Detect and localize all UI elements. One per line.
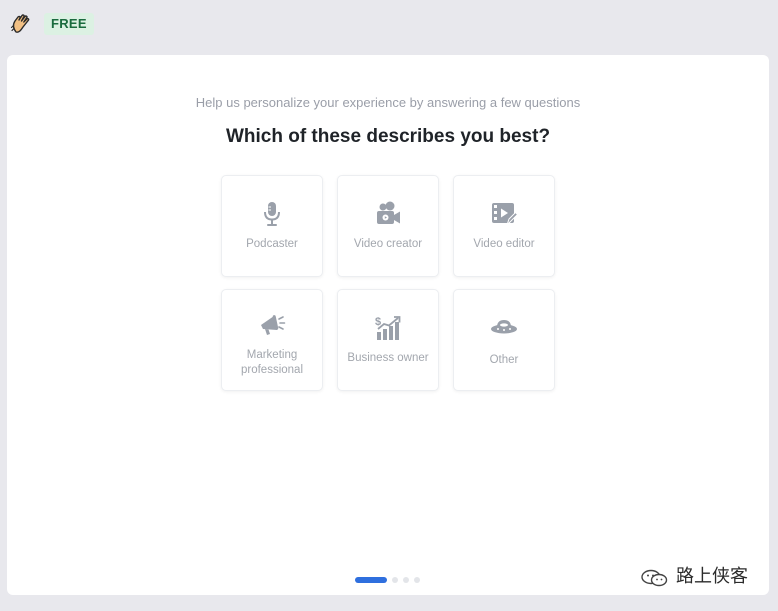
option-podcaster[interactable]: Podcaster — [221, 175, 323, 277]
plan-badge: FREE — [44, 13, 94, 35]
step-dot-active — [355, 577, 387, 583]
onboarding-subtitle: Help us personalize your experience by a… — [195, 95, 581, 110]
microphone-icon — [258, 200, 286, 228]
step-dot — [403, 577, 409, 583]
option-video-creator[interactable]: Video creator — [337, 175, 439, 277]
option-other[interactable]: Other — [453, 289, 555, 391]
onboarding-card: Help us personalize your experience by a… — [7, 55, 769, 595]
option-label: Other — [489, 354, 519, 366]
megaphone-icon — [258, 310, 286, 338]
growth-chart-icon: $ — [374, 314, 402, 342]
option-marketing-professional[interactable]: Marketing professional — [221, 289, 323, 391]
wechat-icon — [640, 569, 670, 587]
step-dot — [414, 577, 420, 583]
film-edit-icon — [490, 200, 519, 228]
onboarding-title: Which of these describes you best? — [225, 126, 551, 147]
step-dot — [392, 577, 398, 583]
watermark-text: 路上侠客 — [676, 566, 748, 587]
video-camera-icon — [374, 200, 402, 228]
option-label: Video editor — [473, 238, 535, 250]
hand-wave-icon[interactable] — [10, 12, 34, 36]
top-bar: FREE — [0, 0, 778, 52]
ufo-icon — [490, 314, 518, 342]
option-label: Video creator — [353, 238, 423, 250]
option-label: Podcaster — [246, 238, 298, 250]
option-video-editor[interactable]: Video editor — [453, 175, 555, 277]
option-business-owner[interactable]: $ Business owner — [337, 289, 439, 391]
option-label: Business owner — [347, 352, 429, 364]
option-label: Marketing professional — [240, 349, 303, 376]
